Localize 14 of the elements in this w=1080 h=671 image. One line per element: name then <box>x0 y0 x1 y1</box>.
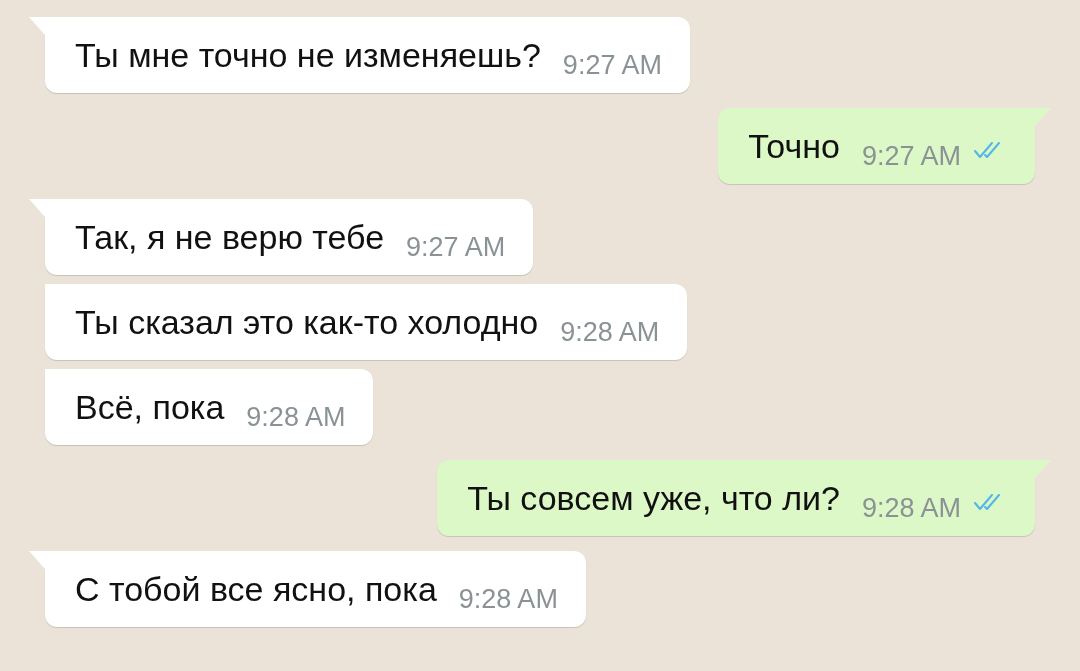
message-text: С тобой все ясно, пока <box>75 569 437 610</box>
message-time: 9:28 AM <box>560 316 660 349</box>
message-time: 9:28 AM <box>861 492 961 525</box>
message-text: Ты сказал это как-то холодно <box>75 302 539 343</box>
message-text: Точно <box>748 126 840 167</box>
message-time: 9:28 AM <box>458 583 558 616</box>
message-text: Ты мне точно не изменяешь? <box>75 35 541 76</box>
message-text: Ты совсем уже, что ли? <box>467 478 840 519</box>
message-text: Всё, пока <box>75 387 225 428</box>
message-time: 9:27 AM <box>861 140 961 173</box>
message-time: 9:27 AM <box>406 231 506 264</box>
message-time: 9:27 AM <box>562 49 662 82</box>
message-text: Так, я не верю тебе <box>75 217 385 258</box>
message-time: 9:28 AM <box>246 401 346 434</box>
